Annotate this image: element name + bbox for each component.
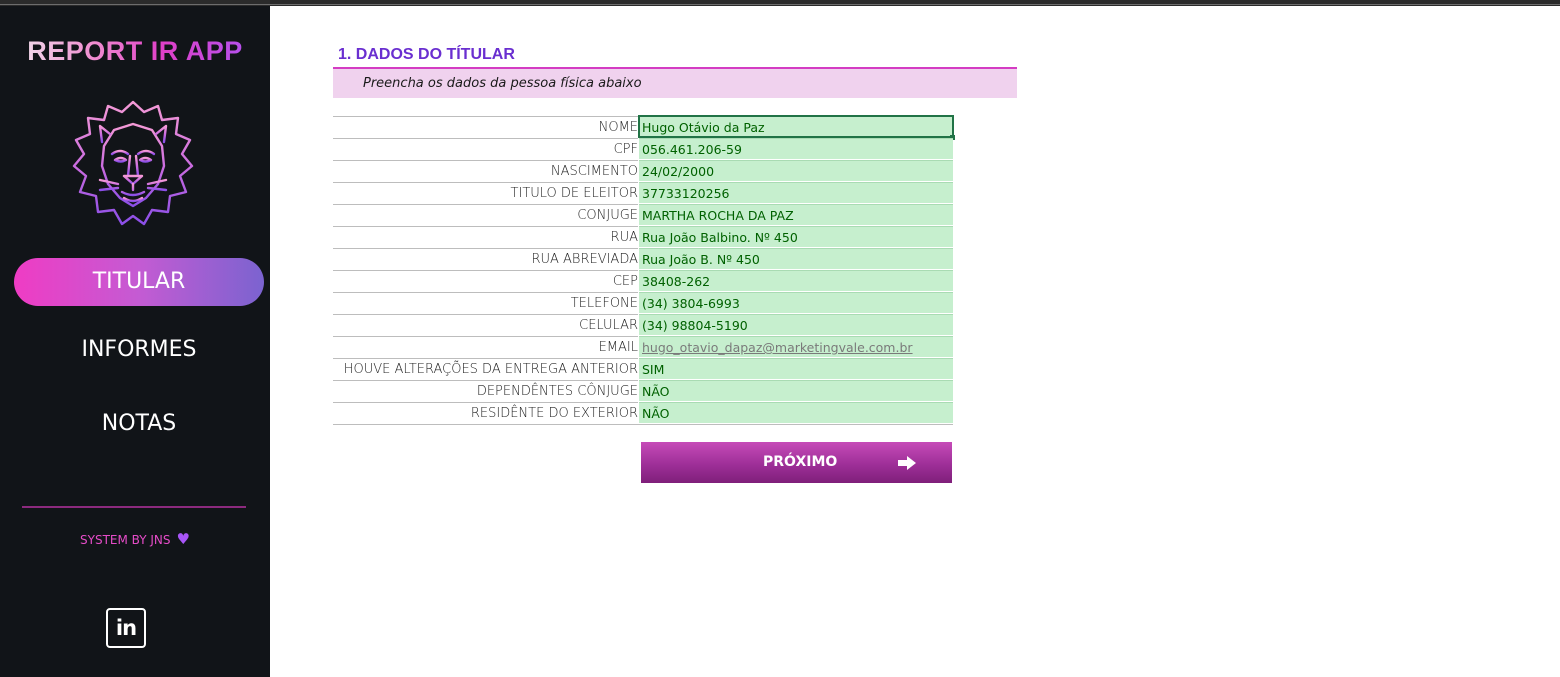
- form-row-telefone: TELEFONE (34) 3804-6993: [333, 292, 953, 314]
- form-row-nascimento: NASCIMENTO 24/02/2000: [333, 160, 953, 182]
- sidebar: REPORT IR APP TITULAR INFORMES NOTAS SYS…: [0, 6, 270, 677]
- form-row-email: EMAIL hugo_otavio_dapaz@marketingvale.co…: [333, 336, 953, 358]
- field-label: CEP: [333, 270, 638, 292]
- email-field[interactable]: hugo_otavio_dapaz@marketingvale.com.br: [639, 336, 953, 357]
- field-label: TELEFONE: [333, 292, 638, 314]
- form-row-rua: RUA Rua João Balbino. Nº 450: [333, 226, 953, 248]
- telefone-field[interactable]: (34) 3804-6993: [639, 292, 953, 313]
- linkedin-icon[interactable]: in: [106, 608, 146, 648]
- field-label: CELULAR: [333, 314, 638, 336]
- form-row-residente-exterior: RESIDÊNTE DO EXTERIOR NÃO: [333, 402, 953, 424]
- field-label: EMAIL: [333, 336, 638, 358]
- section-title: 1. DADOS DO TÍTULAR: [338, 46, 515, 63]
- field-label: NASCIMENTO: [333, 160, 638, 182]
- nome-field[interactable]: Hugo Otávio da Paz: [638, 115, 954, 138]
- field-label: HOUVE ALTERAÇÕES DA ENTREGA ANTERIOR: [333, 358, 638, 380]
- next-button-label: PRÓXIMO: [763, 454, 838, 470]
- titular-form: NOME Hugo Otávio da Paz CPF 056.461.206-…: [333, 115, 955, 425]
- field-label: RUA: [333, 226, 638, 248]
- field-label: CPF: [333, 138, 638, 160]
- form-row-celular: CELULAR (34) 98804-5190: [333, 314, 953, 336]
- nav-notas[interactable]: NOTAS: [14, 400, 264, 448]
- window-top-border: [0, 4, 1560, 5]
- field-label: RESIDÊNTE DO EXTERIOR: [333, 402, 638, 424]
- form-row-cpf: CPF 056.461.206-59: [333, 138, 953, 160]
- alteracoes-field[interactable]: SIM: [639, 358, 953, 379]
- rua-field[interactable]: Rua João Balbino. Nº 450: [639, 226, 953, 247]
- form-bottom-border: [333, 424, 953, 425]
- rua-abreviada-field[interactable]: Rua João B. Nº 450: [639, 248, 953, 269]
- form-row-cep: CEP 38408-262: [333, 270, 953, 292]
- section-subtitle: Preencha os dados da pessoa física abaix…: [363, 76, 642, 91]
- sidebar-divider: [22, 506, 246, 508]
- field-label: DEPENDÊNTES CÔNJUGE: [333, 380, 638, 402]
- form-row-conjuge: CONJUGE MARTHA ROCHA DA PAZ: [333, 204, 953, 226]
- lion-head-icon: [72, 100, 194, 226]
- conjuge-field[interactable]: MARTHA ROCHA DA PAZ: [639, 204, 953, 225]
- titulo-eleitor-field[interactable]: 37733120256: [639, 182, 953, 203]
- nav-informes[interactable]: INFORMES: [14, 326, 264, 374]
- purple-heart-icon: ♥: [176, 530, 190, 548]
- nav-titular[interactable]: TITULAR: [14, 258, 264, 306]
- field-label: CONJUGE: [333, 204, 638, 226]
- cpf-field[interactable]: 056.461.206-59: [639, 138, 953, 159]
- form-row-titulo-eleitor: TITULO DE ELEITOR 37733120256: [333, 182, 953, 204]
- celular-field[interactable]: (34) 98804-5190: [639, 314, 953, 335]
- residente-exterior-field[interactable]: NÃO: [639, 402, 953, 423]
- next-button[interactable]: PRÓXIMO: [641, 442, 952, 483]
- field-label: NOME: [333, 116, 638, 138]
- form-row-alteracoes: HOUVE ALTERAÇÕES DA ENTREGA ANTERIOR SIM: [333, 358, 953, 380]
- arrow-right-icon: [898, 456, 916, 470]
- credit-text: SYSTEM BY JNS: [80, 533, 171, 547]
- form-row-dependentes: DEPENDÊNTES CÔNJUGE NÃO: [333, 380, 953, 402]
- cep-field[interactable]: 38408-262: [639, 270, 953, 291]
- nascimento-field[interactable]: 24/02/2000: [639, 160, 953, 181]
- field-label: RUA ABREVIADA: [333, 248, 638, 270]
- dependentes-conjuge-field[interactable]: NÃO: [639, 380, 953, 401]
- form-row-rua-abreviada: RUA ABREVIADA Rua João B. Nº 450: [333, 248, 953, 270]
- field-label: TITULO DE ELEITOR: [333, 182, 638, 204]
- form-row-nome: NOME Hugo Otávio da Paz: [333, 115, 955, 140]
- credit-line: SYSTEM BY JNS ♥: [0, 530, 270, 548]
- app-title: REPORT IR APP: [0, 36, 270, 67]
